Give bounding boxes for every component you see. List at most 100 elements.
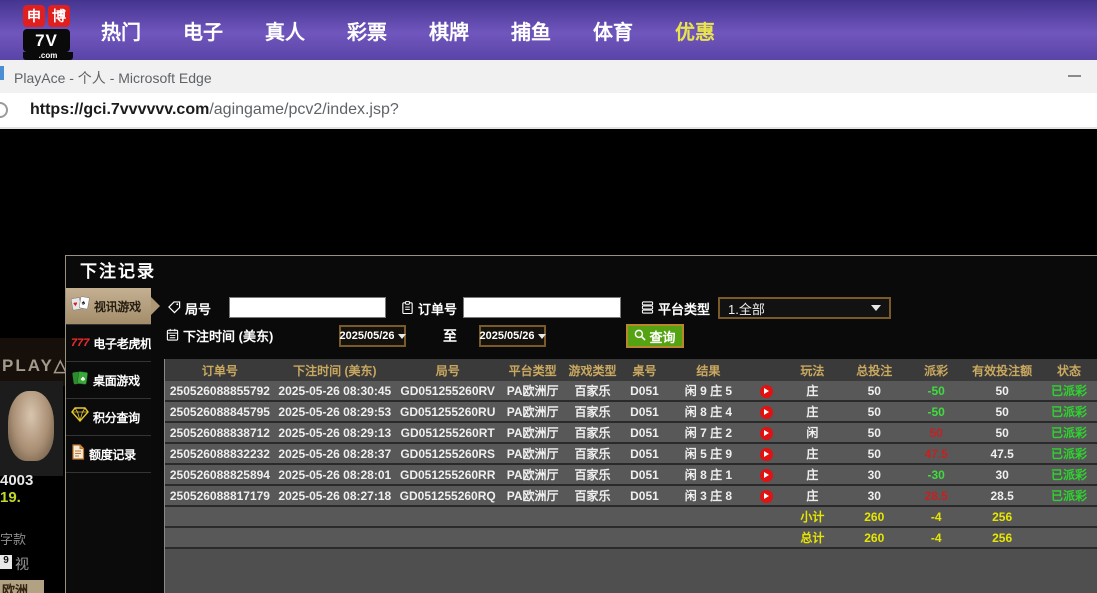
cell-time: 2025-05-26 08:28:01: [275, 468, 395, 482]
logo-suffix: .com: [23, 52, 73, 60]
cell-result: 闲 8 庄 4: [668, 403, 748, 420]
fragment-balance: 19.: [0, 489, 21, 506]
cell-table-no: D051: [621, 489, 669, 503]
cell-time: 2025-05-26 08:27:18: [275, 489, 395, 503]
cell-status: 已派彩: [1040, 424, 1097, 441]
cell-game: 百家乐: [565, 487, 621, 504]
panel-main: 局号 订单号 平台类型 1.全部 下注时间 (美东): [151, 288, 1097, 593]
search-icon: [634, 329, 646, 344]
cell-play: 庄: [784, 466, 840, 483]
nav-item-promo[interactable]: 优惠: [674, 16, 716, 45]
sidebar-item-label: 积分查询: [93, 409, 140, 426]
table-row: 250526088832232 2025-05-26 08:28:37 GD05…: [165, 444, 1097, 465]
subtotal-bet: 260: [840, 510, 908, 524]
records-table: 订单号 下注时间 (美东) 局号 平台类型 游戏类型 桌号 结果 玩法 总投注 …: [164, 359, 1097, 593]
cell-result: 闲 9 庄 5: [668, 382, 748, 399]
minimize-button[interactable]: [1068, 75, 1081, 77]
cell-payout: -30: [908, 468, 964, 482]
sidebar-item-label: 额度记录: [89, 446, 136, 463]
search-button[interactable]: 查询: [626, 324, 684, 348]
svg-text:♣: ♣: [81, 376, 86, 383]
chevron-down-icon: [398, 334, 406, 339]
date-to-value: 2025/05/26: [479, 330, 534, 342]
url-text[interactable]: https://gci.7vvvvvv.com/agingame/pcv2/in…: [30, 101, 399, 119]
logo-badge-right: 博: [48, 5, 70, 27]
order-number-input[interactable]: [463, 297, 621, 318]
header-payout: 派彩: [908, 362, 964, 379]
cell-game: 百家乐: [565, 424, 621, 441]
play-icon: [764, 451, 769, 457]
platform-type-select[interactable]: 1.全部: [718, 297, 891, 319]
play-video-button[interactable]: [760, 448, 773, 461]
table-row: 250526088817179 2025-05-26 08:27:18 GD05…: [165, 486, 1097, 507]
play-video-button[interactable]: [760, 490, 773, 503]
date-from-select[interactable]: 2025/05/26: [339, 325, 406, 347]
cell-round: GD051255260RU: [395, 405, 501, 419]
cell-round: GD051255260RT: [395, 426, 501, 440]
cell-order: 250526088838712: [165, 426, 275, 440]
nav-item-sports[interactable]: 体育: [592, 16, 634, 45]
nav-item-electronic[interactable]: 电子: [182, 16, 224, 45]
sidebar-item-points[interactable]: 积分查询: [66, 399, 151, 436]
cell-bet: 30: [840, 468, 908, 482]
cell-platform: PA欧洲厅: [501, 424, 565, 441]
header-game: 游戏类型: [565, 362, 621, 379]
sidebar-item-table-games[interactable]: ♣ 桌面游戏: [66, 362, 151, 399]
sidebar-item-label: 视讯游戏: [94, 298, 141, 315]
clipboard-icon: [401, 301, 414, 317]
quota-doc-icon: [71, 444, 85, 465]
header-round: 局号: [395, 362, 501, 379]
cell-round: GD051255260RQ: [395, 489, 501, 503]
table-row: 250526088855792 2025-05-26 08:30:45 GD05…: [165, 381, 1097, 402]
calendar-icon: [166, 328, 179, 344]
cell-play: 闲: [784, 424, 840, 441]
cell-game: 百家乐: [565, 382, 621, 399]
table-row: 250526088838712 2025-05-26 08:29:13 GD05…: [165, 423, 1097, 444]
cell-play: 庄: [784, 445, 840, 462]
panel-title: 下注记录: [66, 256, 1097, 288]
play-video-button[interactable]: [760, 427, 773, 440]
chevron-down-icon: [871, 305, 881, 311]
play-video-button[interactable]: [760, 406, 773, 419]
play-icon: [764, 430, 769, 436]
cell-payout: 28.5: [908, 489, 964, 503]
nav-item-fishing[interactable]: 捕鱼: [510, 16, 552, 45]
chevron-down-icon: [538, 334, 546, 339]
site-logo[interactable]: 申 博 7V .com: [23, 5, 73, 60]
nav-item-chess[interactable]: 棋牌: [428, 16, 470, 45]
tag-icon: [168, 301, 181, 317]
total-label: 总计: [784, 529, 840, 546]
table-row: 250526088845795 2025-05-26 08:29:53 GD05…: [165, 402, 1097, 423]
order-number-label: 订单号: [401, 299, 457, 318]
fragment-badge: 9: [0, 555, 12, 569]
cell-order: 250526088845795: [165, 405, 275, 419]
sidebar-item-quota[interactable]: 额度记录: [66, 436, 151, 473]
date-to-select[interactable]: 2025/05/26: [479, 325, 546, 347]
cell-payout: 47.5: [908, 447, 964, 461]
total-payout: -4: [908, 531, 964, 545]
fragment-text: 字款: [0, 529, 26, 548]
play-video-button[interactable]: [760, 469, 773, 482]
cell-status: 已派彩: [1040, 466, 1097, 483]
cell-time: 2025-05-26 08:29:53: [275, 405, 395, 419]
round-number-input[interactable]: [229, 297, 386, 318]
cell-payout: -50: [908, 384, 964, 398]
play-video-button[interactable]: [760, 385, 773, 398]
cell-status: 已派彩: [1040, 382, 1097, 399]
subtotal-payout: -4: [908, 510, 964, 524]
sidebar-item-slots[interactable]: 777 电子老虎机: [66, 325, 151, 362]
window-title: PlayAce - 个人 - Microsoft Edge: [14, 68, 212, 88]
nav-item-hot[interactable]: 热门: [100, 16, 142, 45]
subtotal-label: 小计: [784, 508, 840, 525]
site-info-icon[interactable]: [0, 102, 8, 118]
points-gem-icon: [71, 407, 89, 427]
header-bet: 总投注: [840, 362, 908, 379]
nav-item-live[interactable]: 真人: [264, 16, 306, 45]
sidebar-item-video-games[interactable]: ♥♠ 视讯游戏: [66, 288, 151, 325]
logo-main-text: 7V: [23, 29, 70, 52]
address-bar[interactable]: https://gci.7vvvvvv.com/agingame/pcv2/in…: [0, 93, 1097, 129]
nav-item-lottery[interactable]: 彩票: [346, 16, 388, 45]
platform-type-label: 平台类型: [641, 299, 710, 318]
slot-777-icon: 777: [71, 337, 89, 349]
sidebar-item-label: 电子老虎机: [93, 335, 152, 352]
